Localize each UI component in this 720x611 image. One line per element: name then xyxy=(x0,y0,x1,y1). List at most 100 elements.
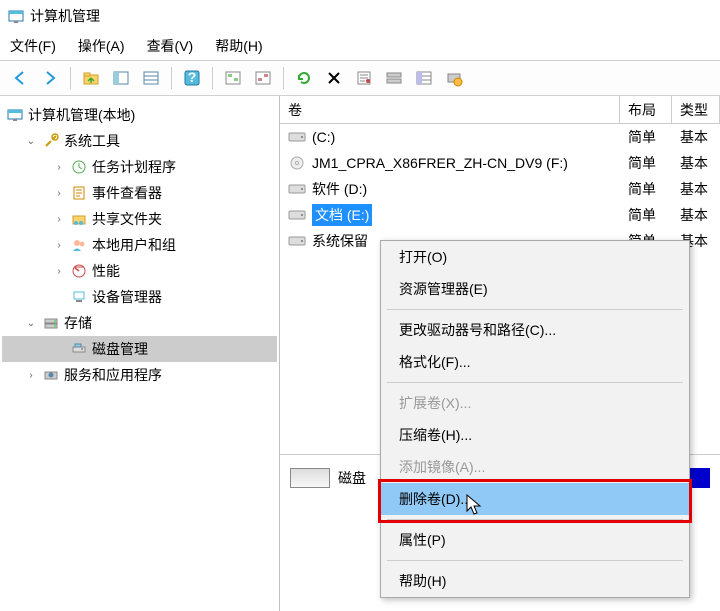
expander-icon[interactable]: › xyxy=(52,212,66,226)
services-icon xyxy=(42,366,60,384)
volume-list: (C:)简单基本JM1_CPRA_X86FRER_ZH-CN_DV9 (F:)简… xyxy=(280,124,720,254)
expander-icon[interactable]: › xyxy=(52,186,66,200)
ctx-explorer[interactable]: 资源管理器(E) xyxy=(381,273,689,305)
svg-text:?: ? xyxy=(188,69,197,85)
column-type[interactable]: 类型 xyxy=(672,96,720,123)
settings-button[interactable] xyxy=(440,64,468,92)
menu-file[interactable]: 文件(F) xyxy=(10,36,56,56)
volume-row[interactable]: 软件 (D:)简单基本 xyxy=(280,176,720,202)
volume-row[interactable]: JM1_CPRA_X86FRER_ZH-CN_DV9 (F:)简单基本 xyxy=(280,150,720,176)
ctx-format[interactable]: 格式化(F)... xyxy=(381,346,689,378)
volume-layout: 简单 xyxy=(620,205,672,225)
window-title: 计算机管理 xyxy=(30,6,100,26)
tree-storage[interactable]: ⌄ 存储 xyxy=(2,310,277,336)
menubar: 文件(F) 操作(A) 查看(V) 帮助(H) xyxy=(0,32,720,60)
delete-button[interactable] xyxy=(320,64,348,92)
node-label: 共享文件夹 xyxy=(92,209,162,229)
volume-name: (C:) xyxy=(312,129,335,145)
ctx-add-mirror: 添加镜像(A)... xyxy=(381,451,689,483)
up-folder-button[interactable] xyxy=(77,64,105,92)
shared-folder-icon xyxy=(70,210,88,228)
tree-root[interactable]: 计算机管理(本地) xyxy=(2,102,277,128)
users-icon xyxy=(70,236,88,254)
tree-task-scheduler[interactable]: › 任务计划程序 xyxy=(2,154,277,180)
expander-icon[interactable]: › xyxy=(52,264,66,278)
tree-system-tools[interactable]: ⌄ 系统工具 xyxy=(2,128,277,154)
computer-icon xyxy=(6,106,24,124)
ctx-separator xyxy=(387,309,683,310)
volume-layout: 简单 xyxy=(620,153,672,173)
ctx-separator xyxy=(387,382,683,383)
ctx-help[interactable]: 帮助(H) xyxy=(381,565,689,597)
device-icon xyxy=(70,288,88,306)
menu-action[interactable]: 操作(A) xyxy=(78,36,125,56)
expander-icon[interactable]: ⌄ xyxy=(24,316,38,330)
help-button[interactable]: ? xyxy=(178,64,206,92)
ctx-separator xyxy=(387,519,683,520)
drive-icon xyxy=(288,208,306,222)
node-label: 磁盘管理 xyxy=(92,339,148,359)
tree-performance[interactable]: › 性能 xyxy=(2,258,277,284)
node-label: 本地用户和组 xyxy=(92,235,176,255)
expander-icon[interactable]: › xyxy=(52,238,66,252)
volume-row[interactable]: 文档 (E:)简单基本 xyxy=(280,202,720,228)
volume-type: 基本 xyxy=(672,179,720,199)
forward-button[interactable] xyxy=(36,64,64,92)
volume-name: 文档 (E:) xyxy=(312,204,372,226)
toolbar-separator xyxy=(171,67,172,89)
tree-shared-folders[interactable]: › 共享文件夹 xyxy=(2,206,277,232)
show-hide-tree-button[interactable] xyxy=(107,64,135,92)
volume-row[interactable]: (C:)简单基本 xyxy=(280,124,720,150)
disk-icon xyxy=(290,468,330,488)
tree-event-viewer[interactable]: › 事件查看器 xyxy=(2,180,277,206)
tree-local-users[interactable]: › 本地用户和组 xyxy=(2,232,277,258)
details-view-button[interactable] xyxy=(137,64,165,92)
menu-help[interactable]: 帮助(H) xyxy=(215,36,262,56)
ctx-change-drive-letter[interactable]: 更改驱动器号和路径(C)... xyxy=(381,314,689,346)
tree-device-manager[interactable]: 设备管理器 xyxy=(2,284,277,310)
disk-mgmt-icon xyxy=(70,340,88,358)
button-b[interactable] xyxy=(249,64,277,92)
expander-icon[interactable]: › xyxy=(24,368,38,382)
node-label: 事件查看器 xyxy=(92,183,162,203)
tree-services[interactable]: › 服务和应用程序 xyxy=(2,362,277,388)
ctx-delete-volume[interactable]: 删除卷(D)... xyxy=(381,483,689,515)
disk-label: 磁盘 xyxy=(338,468,366,488)
node-label: 系统工具 xyxy=(64,131,120,151)
menu-view[interactable]: 查看(V) xyxy=(147,36,194,56)
titlebar: 计算机管理 xyxy=(0,0,720,32)
volume-name: 系统保留 xyxy=(312,231,368,251)
volume-name: JM1_CPRA_X86FRER_ZH-CN_DV9 (F:) xyxy=(312,155,568,171)
properties-button[interactable] xyxy=(350,64,378,92)
tools-icon xyxy=(42,132,60,150)
back-button[interactable] xyxy=(6,64,34,92)
node-label: 设备管理器 xyxy=(92,287,162,307)
clock-icon xyxy=(70,158,88,176)
tree-pane: 计算机管理(本地) ⌄ 系统工具 › 任务计划程序 › 事件查看器 › 共享文件… xyxy=(0,96,280,611)
ctx-properties[interactable]: 属性(P) xyxy=(381,524,689,556)
drive-icon xyxy=(288,234,306,248)
expander-icon[interactable]: › xyxy=(52,160,66,174)
ctx-open[interactable]: 打开(O) xyxy=(381,241,689,273)
refresh-button[interactable] xyxy=(290,64,318,92)
tree-root-label: 计算机管理(本地) xyxy=(28,105,135,125)
drive-icon xyxy=(288,130,306,144)
button-a[interactable] xyxy=(219,64,247,92)
volume-list-header: 卷 布局 类型 xyxy=(280,96,720,124)
disk-list-button[interactable] xyxy=(380,64,408,92)
column-volume[interactable]: 卷 xyxy=(280,96,620,123)
expander-icon[interactable]: ⌄ xyxy=(24,134,38,148)
ctx-extend-volume: 扩展卷(X)... xyxy=(381,387,689,419)
volume-layout: 简单 xyxy=(620,179,672,199)
node-label: 性能 xyxy=(92,261,120,281)
context-menu: 打开(O) 资源管理器(E) 更改驱动器号和路径(C)... 格式化(F)...… xyxy=(380,240,690,598)
event-icon xyxy=(70,184,88,202)
ctx-shrink-volume[interactable]: 压缩卷(H)... xyxy=(381,419,689,451)
node-label: 存储 xyxy=(64,313,92,333)
volume-list-button[interactable] xyxy=(410,64,438,92)
storage-icon xyxy=(42,314,60,332)
spacer xyxy=(52,290,66,304)
column-layout[interactable]: 布局 xyxy=(620,96,672,123)
tree-disk-management[interactable]: 磁盘管理 xyxy=(2,336,277,362)
volume-type: 基本 xyxy=(672,127,720,147)
